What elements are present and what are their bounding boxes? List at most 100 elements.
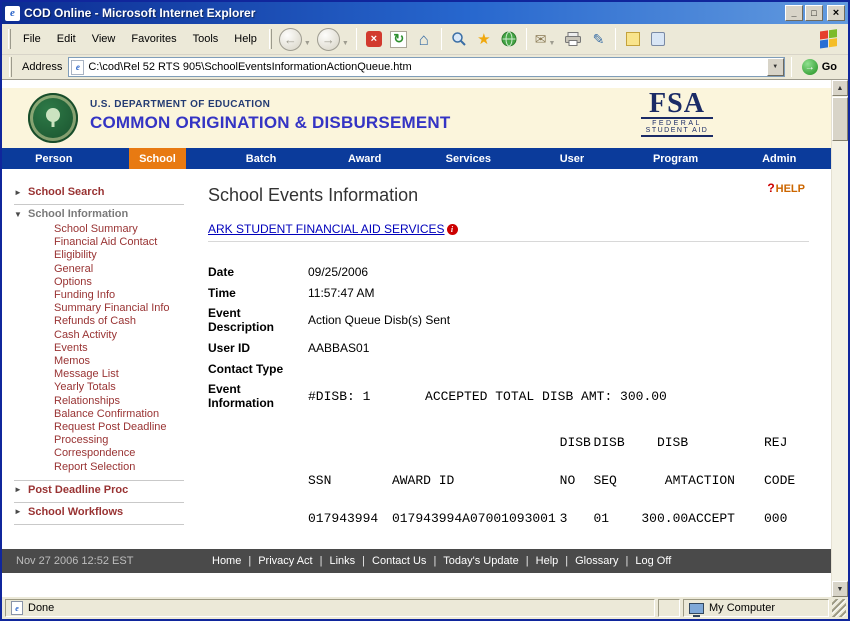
nav-tab-admin[interactable]: Admin	[727, 148, 831, 169]
info-icon[interactable]: i	[447, 224, 458, 235]
favorites-button[interactable]: ★	[472, 26, 496, 52]
forward-button[interactable]: →	[317, 28, 340, 51]
sidebar-item-report-selection[interactable]: Report Selection	[54, 461, 184, 474]
sidebar-item-funding-info[interactable]: Funding Info	[54, 289, 184, 302]
sidebar-item-relationships[interactable]: Relationships	[54, 395, 184, 408]
menu-view[interactable]: View	[84, 33, 124, 45]
windows-flag-throbber	[820, 28, 841, 50]
sidebar-item-balance-confirmation[interactable]: Balance Confirmation	[54, 408, 184, 421]
nav-tab-batch[interactable]: Batch	[209, 148, 313, 169]
sidebar-item-yearly-totals[interactable]: Yearly Totals	[54, 381, 184, 394]
browser-viewport: U.S. DEPARTMENT OF EDUCATION COMMON ORIG…	[2, 80, 848, 597]
sidebar-section-school-search[interactable]: ► School Search	[14, 186, 184, 198]
close-button[interactable]: ×	[827, 5, 845, 21]
vertical-scrollbar[interactable]: ▲ ▼	[831, 80, 848, 597]
sidebar-item-refunds-of-cash[interactable]: Refunds of Cash	[54, 315, 184, 328]
edit-icon: ✎	[593, 32, 605, 46]
sidebar-item-summary-financial-info[interactable]: Summary Financial Info	[54, 302, 184, 315]
sidebar-item-financial-aid-contact[interactable]: Financial Aid Contact	[54, 236, 184, 249]
scrollbar-track[interactable]	[832, 96, 848, 581]
school-link-row: ARK STUDENT FINANCIAL AID SERVICES i	[208, 222, 809, 242]
menu-toolbar-row: File Edit View Favorites Tools Help ← ▼ …	[2, 24, 848, 55]
footer-link-privacy-act[interactable]: Privacy Act	[258, 555, 312, 567]
nav-tab-award[interactable]: Award	[313, 148, 417, 169]
back-button[interactable]: ←	[279, 28, 302, 51]
nav-tab-school[interactable]: School	[106, 148, 210, 169]
fsa-wordmark: FSA	[641, 91, 713, 117]
discuss-button[interactable]	[621, 26, 645, 52]
refresh-button[interactable]: ↻	[387, 26, 411, 52]
go-button[interactable]: → Go	[798, 59, 845, 75]
sidebar-item-school-summary[interactable]: School Summary	[54, 223, 184, 236]
footer-link-todays-update[interactable]: Today's Update	[443, 555, 518, 567]
tree-emblem	[40, 105, 66, 131]
minimize-button[interactable]: _	[785, 5, 803, 21]
footer-link-glossary[interactable]: Glossary	[575, 555, 618, 567]
history-button[interactable]	[497, 26, 521, 52]
header-disb-seq: SEQ	[593, 450, 632, 488]
print-icon	[565, 32, 581, 46]
sidebar-item-message-list[interactable]: Message List	[54, 368, 184, 381]
school-link[interactable]: ARK STUDENT FINANCIAL AID SERVICES	[208, 222, 445, 236]
maximize-button[interactable]: □	[805, 5, 823, 21]
scrollbar-thumb[interactable]	[832, 97, 848, 141]
forward-dropdown-caret[interactable]: ▼	[342, 40, 349, 47]
department-line: U.S. DEPARTMENT OF EDUCATION	[90, 99, 450, 110]
sidebar-item-eligibility[interactable]: Eligibility	[54, 249, 184, 262]
sidebar-item-cash-activity[interactable]: Cash Activity	[54, 329, 184, 342]
search-button[interactable]	[447, 26, 471, 52]
print-button[interactable]	[561, 26, 585, 52]
header-ssn: SSN	[308, 450, 392, 488]
menu-tools[interactable]: Tools	[185, 33, 227, 45]
window-title: COD Online - Microsoft Internet Explorer	[24, 6, 781, 20]
table-header-top: DISB DISB DISB REJ	[308, 416, 809, 450]
messenger-button[interactable]	[646, 26, 670, 52]
mail-dropdown-caret[interactable]: ▼	[549, 40, 556, 47]
done-page-icon: e	[11, 601, 23, 615]
header-disb-amt: AMT	[633, 450, 688, 488]
sidebar-section-school-information[interactable]: ▼ School Information	[14, 208, 184, 220]
nav-tab-user[interactable]: User	[520, 148, 624, 169]
resize-grip[interactable]	[832, 599, 846, 617]
toolbar-grip[interactable]	[269, 29, 272, 49]
menu-file[interactable]: File	[15, 33, 49, 45]
edit-button[interactable]: ✎	[586, 26, 610, 52]
address-value: C:\cod\Rel 52 RTS 905\SchoolEventsInform…	[84, 61, 766, 73]
sidebar-item-general[interactable]: General	[54, 263, 184, 276]
nav-tab-person[interactable]: Person	[2, 148, 106, 169]
footer-link-home[interactable]: Home	[212, 555, 241, 567]
sidebar-section-school-workflows[interactable]: ► School Workflows	[14, 506, 184, 518]
sidebar-item-processing[interactable]: Processing	[54, 434, 184, 447]
footer-link-log-off[interactable]: Log Off	[635, 555, 671, 567]
nav-tab-services[interactable]: Services	[417, 148, 521, 169]
nav-tab-program[interactable]: Program	[624, 148, 728, 169]
sidebar-item-options[interactable]: Options	[54, 276, 184, 289]
address-dropdown-button[interactable]: ▼	[767, 58, 784, 76]
stop-button[interactable]: ×	[362, 26, 386, 52]
page-content: U.S. DEPARTMENT OF EDUCATION COMMON ORIG…	[2, 80, 831, 597]
menu-edit[interactable]: Edit	[49, 33, 84, 45]
sidebar-item-request-post-deadline[interactable]: Request Post Deadline	[54, 421, 184, 434]
sidebar-item-events[interactable]: Events	[54, 342, 184, 355]
back-dropdown-caret[interactable]: ▼	[304, 40, 311, 47]
scroll-up-button[interactable]: ▲	[832, 80, 848, 96]
toolbar-grip[interactable]	[9, 57, 12, 77]
address-input[interactable]: e C:\cod\Rel 52 RTS 905\SchoolEventsInfo…	[68, 57, 784, 77]
sidebar-section-post-deadline-proc[interactable]: ► Post Deadline Proc	[14, 484, 184, 496]
toolbar-grip[interactable]	[8, 29, 11, 49]
help-link[interactable]: ? HELP	[767, 183, 805, 195]
menu-help[interactable]: Help	[226, 33, 265, 45]
go-arrow-icon: →	[802, 59, 818, 75]
sidebar-nav: ► School Search ▼ School Information Sch…	[2, 169, 200, 549]
field-event-information: Event Information #DISB: 1 ACCEPTED TOTA…	[208, 382, 809, 410]
home-button[interactable]: ⌂	[412, 26, 436, 52]
sidebar-item-memos[interactable]: Memos	[54, 355, 184, 368]
footer-link-contact-us[interactable]: Contact Us	[372, 555, 426, 567]
footer-link-links[interactable]: Links	[329, 555, 355, 567]
scroll-down-button[interactable]: ▼	[832, 581, 848, 597]
menu-favorites[interactable]: Favorites	[123, 33, 184, 45]
sidebar-item-correspondence[interactable]: Correspondence	[54, 447, 184, 460]
mail-button[interactable]: ✉ ▼	[532, 26, 561, 52]
page-body: ► School Search ▼ School Information Sch…	[2, 169, 831, 549]
footer-link-help[interactable]: Help	[536, 555, 559, 567]
